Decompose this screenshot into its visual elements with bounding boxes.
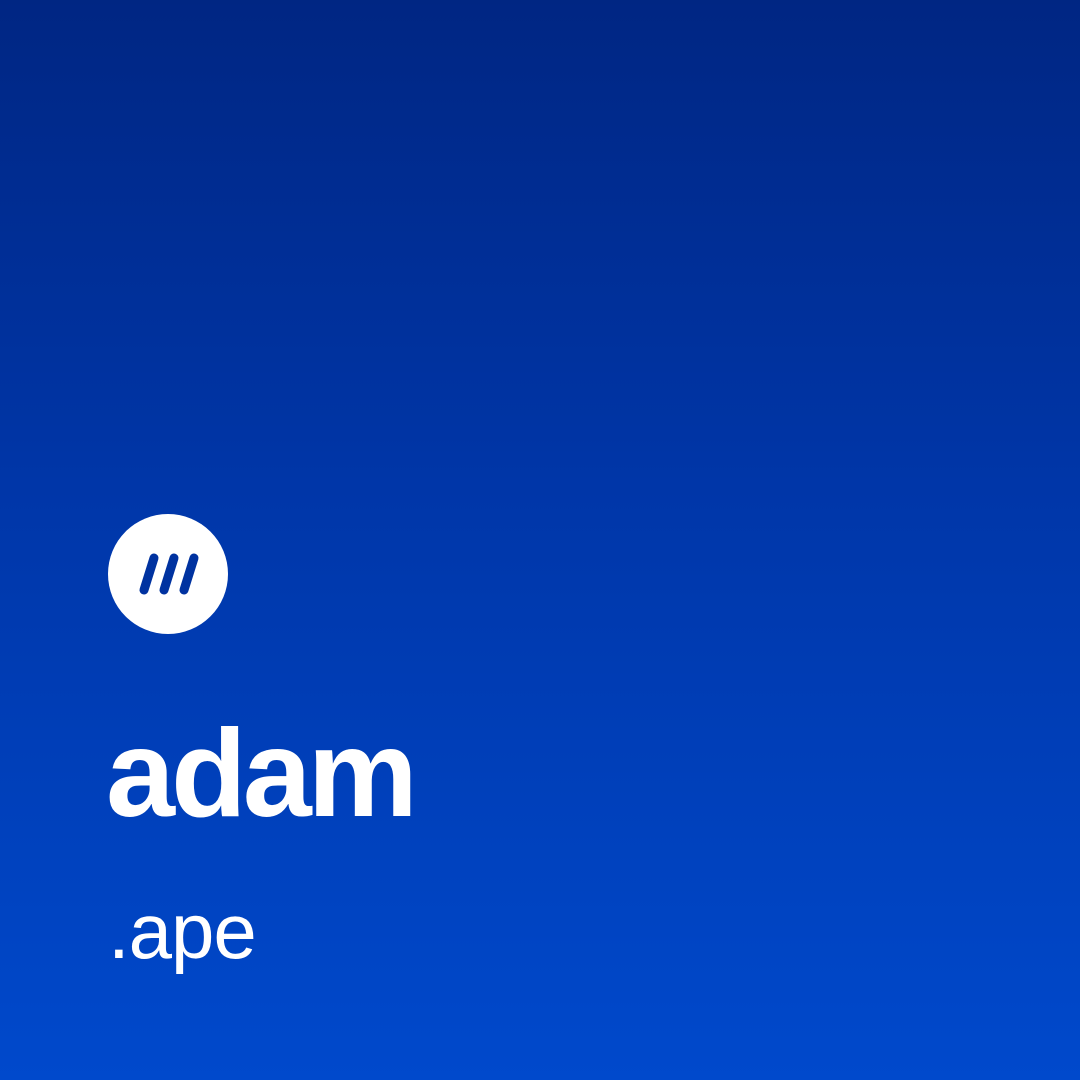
logo-slash <box>139 553 159 595</box>
domain-name: adam <box>106 705 418 843</box>
domain-card: adam .ape <box>0 0 1080 1080</box>
three-slashes-logo-icon <box>108 514 228 634</box>
domain-tld: .ape <box>108 887 257 975</box>
logo-slash <box>179 553 199 595</box>
logo-mark <box>139 553 199 595</box>
logo-slash <box>159 553 179 595</box>
